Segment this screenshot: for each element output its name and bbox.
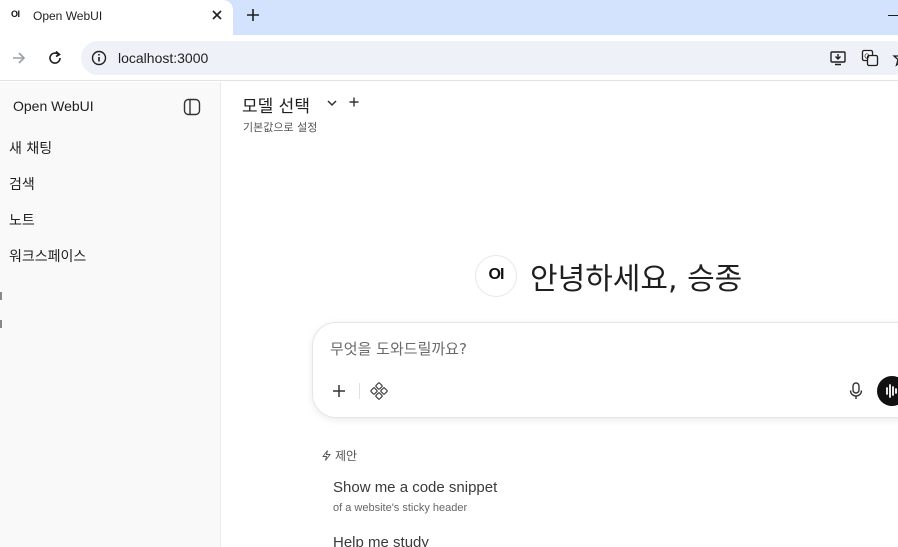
add-model-plus-icon[interactable] — [348, 96, 360, 108]
toolbar-divider — [359, 383, 360, 399]
minimize-icon[interactable] — [888, 15, 898, 16]
address-bar[interactable]: localhost:3000 G — [81, 41, 898, 75]
voice-mode-icon — [886, 384, 897, 398]
install-app-icon[interactable] — [829, 49, 847, 67]
tab-strip: OI Open WebUI — [0, 0, 898, 35]
bolt-icon — [322, 450, 331, 461]
info-icon[interactable] — [91, 50, 107, 66]
plus-icon[interactable] — [331, 383, 347, 399]
suggestions-header: 제안 — [321, 447, 357, 464]
sidebar-item-new-chat[interactable]: 새 채팅 — [9, 138, 52, 158]
sidebar-item-workspace[interactable]: 워크스페이스 — [9, 246, 86, 266]
star-icon[interactable] — [892, 49, 898, 67]
suggestion-title[interactable]: Show me a code snippet — [333, 479, 497, 496]
set-default-link[interactable]: 기본값으로 설정 — [243, 119, 317, 135]
model-selector[interactable]: 모델 선택 — [242, 92, 310, 117]
clipped-item-marker — [0, 292, 2, 300]
chat-composer — [312, 322, 898, 418]
browser-tab[interactable]: OI Open WebUI — [0, 0, 233, 35]
suggestions-label: 제안 — [335, 449, 358, 463]
browser-toolbar: localhost:3000 G — [0, 35, 898, 81]
url-text[interactable]: localhost:3000 — [118, 50, 208, 66]
model-avatar: OI — [475, 255, 517, 297]
arrow-right-icon[interactable] — [10, 49, 28, 67]
tab-title: Open WebUI — [33, 9, 103, 23]
chevron-down-icon[interactable] — [326, 97, 338, 109]
translate-icon[interactable]: G — [861, 49, 879, 67]
sidebar-toggle-icon[interactable] — [182, 97, 202, 117]
clipped-item-marker — [0, 320, 2, 328]
svg-text:G: G — [864, 54, 869, 61]
tab-favicon-icon: OI — [11, 9, 20, 19]
close-icon[interactable] — [209, 7, 225, 23]
suggestion-subtitle[interactable]: of a website's sticky header — [333, 502, 467, 514]
logo-icon: OI — [488, 266, 505, 283]
sidebar-item-notes[interactable]: 노트 — [9, 210, 35, 230]
suggestion-title[interactable]: Help me study — [333, 534, 429, 547]
integrations-icon[interactable] — [370, 382, 388, 400]
voice-mode-button[interactable] — [877, 376, 898, 406]
sidebar-item-search[interactable]: 검색 — [9, 174, 35, 194]
brand-title[interactable]: Open WebUI — [13, 98, 94, 114]
reload-icon[interactable] — [46, 49, 64, 67]
new-tab-plus-icon[interactable] — [245, 7, 261, 23]
sidebar: Open WebUI 새 채팅 검색 노트 워크스페이스 — [0, 82, 221, 547]
chat-input[interactable] — [330, 337, 890, 361]
microphone-icon[interactable] — [847, 381, 865, 401]
greeting-heading: 안녕하세요, 승종 — [530, 262, 743, 297]
